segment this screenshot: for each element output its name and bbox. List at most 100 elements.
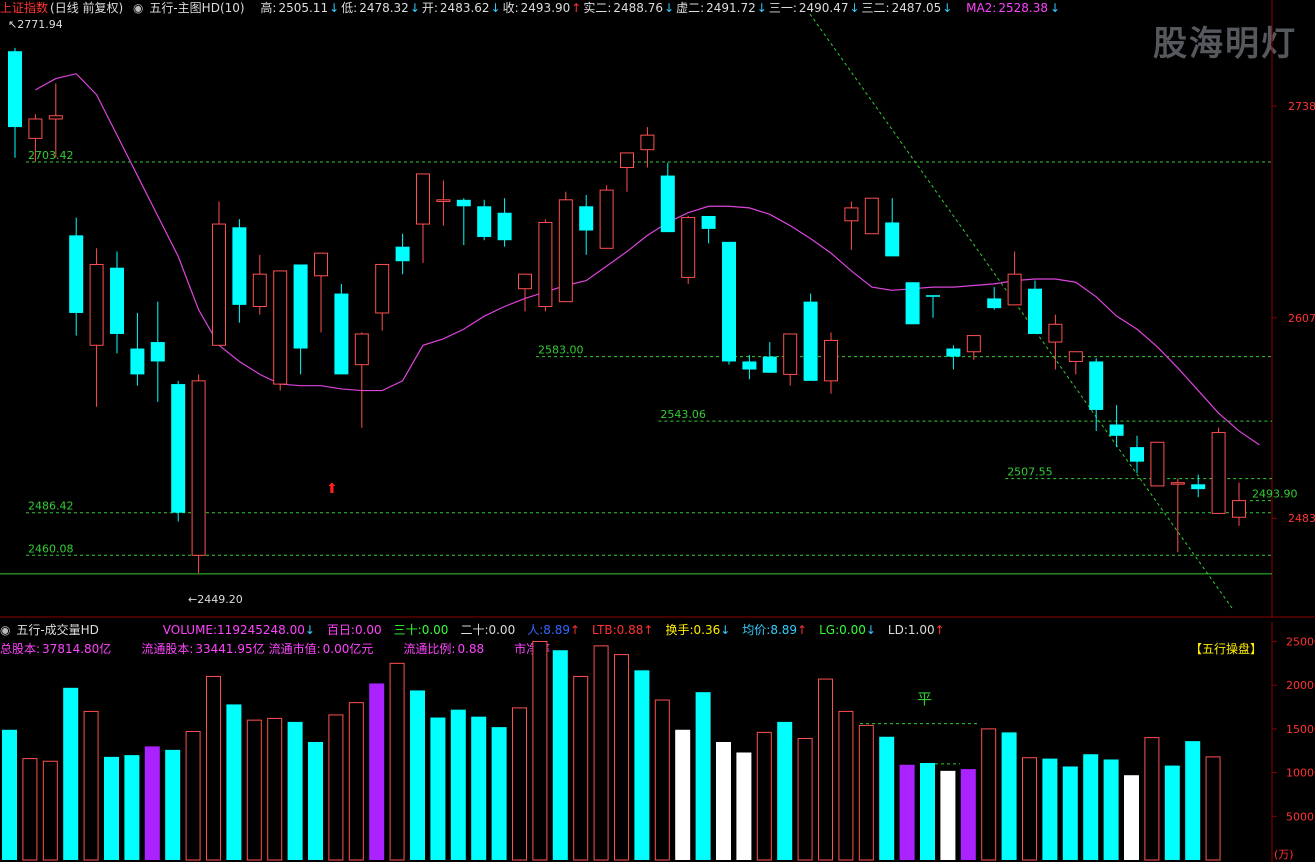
- volume-bar: [389, 662, 405, 861]
- candle-body: [1150, 441, 1165, 487]
- candle: [926, 295, 940, 318]
- candle: [1028, 280, 1042, 334]
- candle-body: [987, 298, 1002, 309]
- volume-axis-label: 25000: [1286, 635, 1315, 648]
- candle-body: [456, 199, 471, 207]
- volume-bar: [777, 721, 793, 860]
- candle-body: [1191, 484, 1206, 490]
- volume-bar: [899, 764, 915, 860]
- candle: [334, 283, 349, 375]
- volume-bar: [614, 654, 629, 861]
- candle-body: [538, 221, 553, 307]
- volume-axis-label: 20000: [1286, 679, 1315, 692]
- candle: [1130, 435, 1144, 473]
- candle-body: [946, 348, 961, 357]
- volume-chart[interactable]: 25000 20000 15000 10000 5000 (万): [0, 622, 1315, 862]
- candle: [69, 217, 84, 336]
- volume-bar: [675, 729, 691, 860]
- candle: [375, 263, 390, 331]
- candle: [701, 215, 716, 244]
- candle-body: [660, 175, 675, 233]
- candle-body: [293, 264, 308, 349]
- candle: [89, 248, 104, 407]
- axis-tick-label: 2738: [1288, 100, 1315, 113]
- candle-body: [314, 252, 328, 277]
- volume-bar: [491, 727, 507, 860]
- volume-bar: [1185, 741, 1201, 860]
- volume-bar: [879, 736, 895, 860]
- volume-bar: [940, 770, 956, 860]
- support-level-label: 2486.42: [28, 500, 74, 513]
- volume-bar: [716, 742, 731, 860]
- candle-body: [762, 356, 777, 373]
- volume-bar: [430, 717, 446, 860]
- support-level-label: 2460.08: [28, 542, 74, 555]
- volume-bar: [1124, 775, 1139, 860]
- candle: [416, 173, 430, 263]
- candle-body: [28, 118, 43, 139]
- volume-bar: [1103, 759, 1119, 860]
- volume-bar: [1001, 732, 1017, 860]
- candle-body: [864, 197, 879, 235]
- candle-body: [1068, 351, 1083, 362]
- candle: [742, 354, 757, 380]
- candle-body: [89, 263, 104, 346]
- candle: [1007, 251, 1022, 306]
- candle-body: [354, 333, 369, 366]
- volume-bar: [797, 738, 813, 861]
- candle: [1150, 441, 1165, 487]
- volume-unit-label: (万): [1274, 848, 1294, 861]
- volume-bar: [654, 699, 670, 861]
- candle: [844, 201, 859, 250]
- candle-body: [966, 335, 981, 353]
- volume-bar: [1144, 737, 1160, 861]
- candle: [1211, 427, 1226, 514]
- candle-body: [69, 235, 84, 313]
- candle-body: [926, 295, 940, 297]
- candle-body: [783, 333, 798, 375]
- candle: [681, 215, 696, 284]
- candle: [905, 282, 920, 325]
- candle-body: [1211, 432, 1226, 514]
- candle-body: [1028, 288, 1042, 334]
- candle: [1170, 478, 1185, 553]
- candle: [1109, 405, 1124, 448]
- candle: [762, 342, 777, 373]
- candle-body: [518, 273, 532, 290]
- volume-bar: [206, 675, 221, 861]
- candle-body: [824, 339, 838, 382]
- candle-body: [1048, 323, 1063, 343]
- volume-bar: [83, 710, 99, 861]
- candle-body: [395, 246, 410, 262]
- support-level-label: 2583.00: [538, 344, 584, 357]
- support-level-label: 2493.90: [1252, 488, 1298, 501]
- low-annotation: ←2449.20: [188, 593, 243, 606]
- candle-body: [1007, 273, 1022, 306]
- candle: [538, 219, 553, 312]
- volume-bar: [348, 702, 364, 861]
- candle-body: [212, 223, 226, 346]
- candle: [110, 251, 124, 354]
- candle: [885, 198, 900, 257]
- candle-body: [150, 342, 165, 362]
- candle: [314, 252, 328, 333]
- candle-body: [497, 212, 512, 241]
- candlestick-chart[interactable]: 2738 2607 2483 2703.42 2583.00 2543.06 2507.55…: [0, 0, 1315, 618]
- volume-bar: [226, 704, 242, 860]
- candle-body: [252, 273, 267, 307]
- candle: [640, 127, 655, 168]
- candle: [1232, 482, 1246, 526]
- axis-tick-label: 2483: [1288, 512, 1315, 525]
- volume-bar: [63, 687, 79, 860]
- candle: [273, 270, 288, 391]
- volume-bar: [634, 670, 650, 860]
- volume-axis-label: 5000: [1286, 810, 1314, 823]
- volume-bar: [185, 731, 201, 861]
- volume-bar: [450, 709, 466, 860]
- candle-body: [48, 115, 63, 120]
- candle: [477, 199, 492, 241]
- candle: [1089, 358, 1104, 431]
- candle-body: [803, 301, 818, 381]
- candle: [48, 83, 63, 158]
- support-level-label: 2543.06: [660, 408, 706, 421]
